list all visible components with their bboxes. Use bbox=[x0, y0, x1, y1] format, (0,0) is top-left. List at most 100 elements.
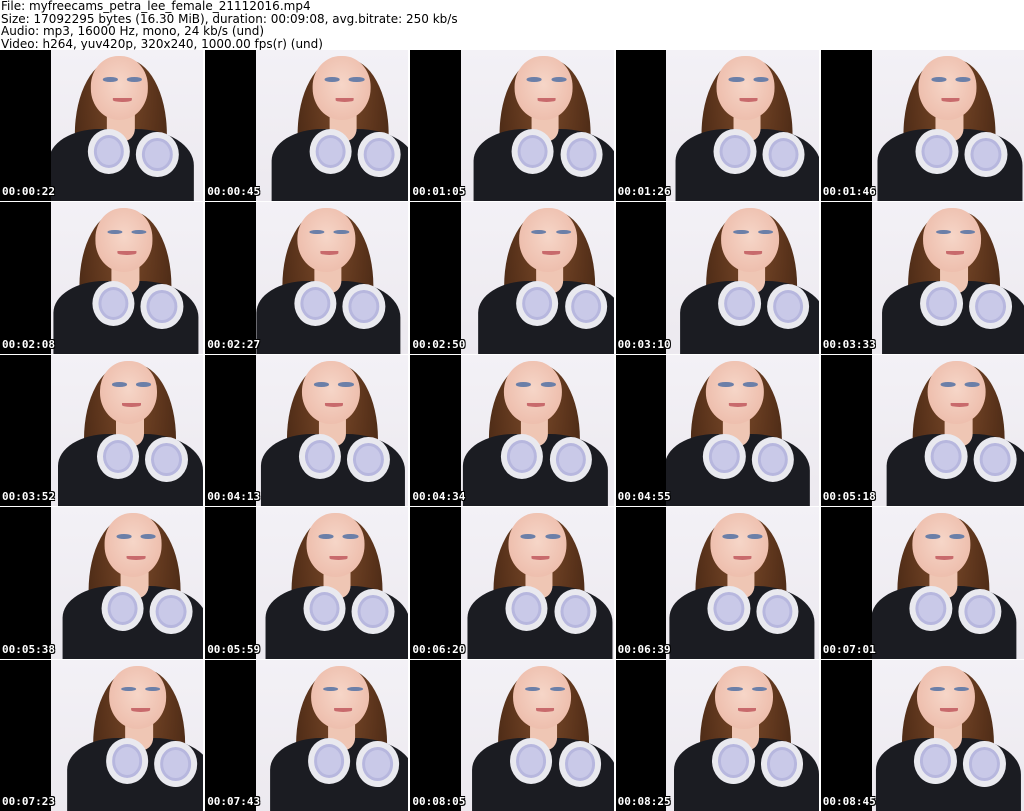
frame-image bbox=[666, 202, 819, 354]
thumbnail-frame[interactable]: 00:06:20 bbox=[410, 507, 614, 659]
frame-image bbox=[871, 50, 1024, 202]
audio-info-line: Audio: mp3, 16000 Hz, mono, 24 kb/s (und… bbox=[1, 24, 265, 38]
webcam-scene bbox=[470, 202, 614, 354]
thumbnail-frame[interactable]: 00:08:25 bbox=[615, 659, 819, 811]
frame-image bbox=[666, 50, 819, 202]
video-info-line: Video: h264, yuv420p, 320x240, 1000.00 f… bbox=[1, 36, 323, 50]
frame-image bbox=[50, 354, 204, 507]
frame-image bbox=[461, 50, 614, 202]
thumbnail-frame[interactable]: 00:02:50 bbox=[410, 202, 614, 354]
frame-timestamp: 00:05:18 bbox=[822, 490, 876, 504]
frame-image bbox=[666, 659, 819, 811]
frame-timestamp: 00:04:55 bbox=[617, 490, 671, 504]
thumbnail-frame[interactable]: 00:01:26 bbox=[615, 50, 819, 202]
frame-image bbox=[666, 354, 819, 507]
frame-image bbox=[871, 202, 1024, 354]
webcam-scene bbox=[666, 507, 815, 659]
frame-image bbox=[871, 659, 1024, 811]
thumbnail-frame[interactable]: 00:08:45 bbox=[820, 659, 1024, 811]
frame-timestamp: 00:02:50 bbox=[412, 337, 466, 351]
frame-timestamp: 00:01:05 bbox=[412, 185, 466, 199]
frame-image bbox=[50, 50, 204, 202]
thumbnail-frame[interactable]: 00:03:33 bbox=[820, 202, 1024, 354]
frame-image bbox=[255, 507, 409, 659]
frame-timestamp: 00:07:01 bbox=[822, 642, 876, 656]
frame-timestamp: 00:03:10 bbox=[617, 337, 671, 351]
frame-timestamp: 00:06:20 bbox=[412, 642, 466, 656]
thumbnail-frame[interactable]: 00:01:46 bbox=[820, 50, 1024, 202]
frame-timestamp: 00:01:46 bbox=[822, 185, 876, 199]
frame-image bbox=[871, 354, 1024, 507]
webcam-scene bbox=[668, 50, 819, 202]
frame-timestamp: 00:05:38 bbox=[2, 642, 55, 656]
frame-timestamp: 00:07:23 bbox=[2, 794, 55, 808]
frame-timestamp: 00:04:34 bbox=[412, 490, 466, 504]
webcam-scene bbox=[672, 202, 819, 354]
webcam-scene bbox=[60, 660, 204, 811]
frame-image bbox=[461, 507, 614, 659]
webcam-scene bbox=[666, 660, 819, 811]
frame-timestamp: 00:08:25 bbox=[617, 794, 671, 808]
thumbnail-frame[interactable]: 00:03:10 bbox=[615, 202, 819, 354]
thumbnail-frame[interactable]: 00:07:23 bbox=[0, 659, 204, 811]
webcam-scene bbox=[464, 660, 614, 811]
webcam-scene bbox=[258, 507, 409, 659]
thumbnail-frame[interactable]: 00:00:45 bbox=[205, 50, 409, 202]
webcam-scene bbox=[666, 355, 810, 507]
webcam-scene bbox=[871, 507, 1017, 659]
thumbnail-frame[interactable]: 00:03:52 bbox=[0, 354, 204, 507]
frame-image bbox=[255, 659, 409, 811]
frame-timestamp: 00:00:22 bbox=[2, 185, 55, 199]
webcam-scene bbox=[51, 202, 199, 354]
frame-timestamp: 00:05:59 bbox=[207, 642, 261, 656]
thumbnail-frame[interactable]: 00:02:08 bbox=[0, 202, 204, 354]
frame-timestamp: 00:06:39 bbox=[617, 642, 671, 656]
webcam-scene bbox=[51, 355, 204, 507]
file-name-line: File: myfreecams_petra_lee_female_211120… bbox=[1, 0, 311, 13]
frame-image bbox=[461, 202, 614, 354]
thumbnail-frame[interactable]: 00:04:34 bbox=[410, 354, 614, 507]
frame-image bbox=[666, 507, 819, 659]
frame-timestamp: 00:03:33 bbox=[822, 337, 876, 351]
thumbnail-frame[interactable]: 00:01:05 bbox=[410, 50, 614, 202]
thumbnail-frame[interactable]: 00:04:13 bbox=[205, 354, 409, 507]
frame-timestamp: 00:08:45 bbox=[822, 794, 876, 808]
frame-timestamp: 00:02:08 bbox=[2, 337, 55, 351]
frame-image bbox=[255, 354, 409, 507]
webcam-scene bbox=[255, 202, 401, 354]
webcam-scene bbox=[461, 507, 613, 659]
frame-timestamp: 00:04:13 bbox=[207, 490, 261, 504]
thumbnail-frame[interactable]: 00:08:05 bbox=[410, 659, 614, 811]
frame-image bbox=[255, 202, 409, 354]
frame-image bbox=[461, 354, 614, 507]
video-info-header: File: myfreecams_petra_lee_female_211120… bbox=[0, 0, 1024, 50]
webcam-scene bbox=[55, 507, 204, 659]
thumbnail-frame[interactable]: 00:05:38 bbox=[0, 507, 204, 659]
thumbnail-grid: 00:00:22 00:00:45 00:01:05 00:01:26 00:01:46… bbox=[0, 50, 1024, 811]
frame-image bbox=[461, 659, 614, 811]
frame-timestamp: 00:03:52 bbox=[2, 490, 55, 504]
thumbnail-frame[interactable]: 00:07:43 bbox=[205, 659, 409, 811]
thumbnail-frame[interactable]: 00:05:59 bbox=[205, 507, 409, 659]
webcam-scene bbox=[879, 355, 1024, 507]
webcam-scene bbox=[875, 202, 1024, 354]
frame-timestamp: 00:01:26 bbox=[617, 185, 671, 199]
webcam-scene bbox=[872, 660, 1021, 811]
webcam-scene bbox=[256, 355, 406, 507]
frame-image bbox=[50, 507, 204, 659]
webcam-scene bbox=[466, 50, 614, 202]
frame-timestamp: 00:00:45 bbox=[207, 185, 261, 199]
webcam-scene bbox=[461, 355, 608, 507]
frame-image bbox=[255, 50, 409, 202]
thumbnail-frame[interactable]: 00:05:18 bbox=[820, 354, 1024, 507]
frame-image bbox=[871, 507, 1024, 659]
webcam-scene bbox=[264, 50, 409, 202]
thumbnail-frame[interactable]: 00:06:39 bbox=[615, 507, 819, 659]
thumbnail-frame[interactable]: 00:02:27 bbox=[205, 202, 409, 354]
webcam-scene bbox=[50, 50, 195, 202]
thumbnail-frame[interactable]: 00:07:01 bbox=[820, 507, 1024, 659]
frame-timestamp: 00:07:43 bbox=[207, 794, 261, 808]
frame-timestamp: 00:02:27 bbox=[207, 337, 261, 351]
thumbnail-frame[interactable]: 00:00:22 bbox=[0, 50, 204, 202]
thumbnail-frame[interactable]: 00:04:55 bbox=[615, 354, 819, 507]
